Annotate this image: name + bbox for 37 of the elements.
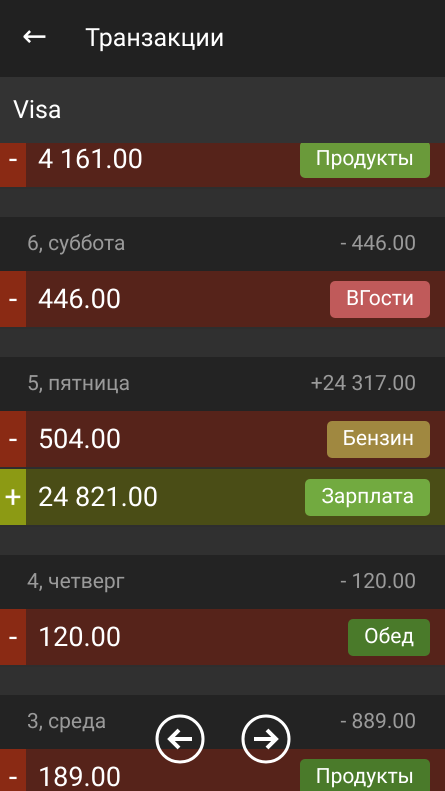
day-label: 6, суббота: [27, 232, 126, 256]
transaction-row[interactable]: - 4 161.00 Продукты: [0, 143, 445, 187]
transaction-row[interactable]: + 24 821.00 Зарплата: [0, 469, 445, 525]
category-tag: Зарплата: [305, 478, 430, 516]
next-button[interactable]: [240, 713, 292, 765]
category-tag: Бензин: [326, 420, 430, 458]
screen-title: Транзакции: [85, 24, 224, 53]
account-name: Visa: [13, 96, 62, 124]
day-total: - 120.00: [340, 570, 416, 594]
sign-marker: -: [0, 411, 26, 467]
transaction-row[interactable]: - 120.00 Обед: [0, 609, 445, 665]
transaction-row[interactable]: - 189.00 Продукты: [0, 749, 445, 791]
sign-marker: -: [0, 749, 26, 791]
back-button[interactable]: ←: [0, 19, 66, 58]
day-total: - 446.00: [340, 232, 416, 256]
transaction-amount: 4 161.00: [37, 143, 144, 175]
day-total: +24 317.00: [310, 372, 416, 396]
day-label: 3, среда: [27, 710, 106, 734]
transaction-amount: 24 821.00: [37, 481, 160, 513]
transaction-amount: 504.00: [37, 423, 122, 455]
category-tag: Обед: [348, 618, 430, 656]
sign-marker: -: [0, 609, 26, 665]
category-tag: Продукты: [300, 758, 430, 791]
transaction-amount: 189.00: [37, 761, 122, 791]
sign-marker: -: [0, 143, 26, 187]
transaction-row[interactable]: - 446.00 ВГости: [0, 271, 445, 327]
day-label: 5, пятница: [27, 372, 130, 396]
day-total: - 889.00: [340, 710, 416, 734]
category-tag: ВГости: [330, 280, 430, 318]
transaction-amount: 120.00: [37, 621, 122, 653]
transaction-row[interactable]: - 504.00 Бензин: [0, 411, 445, 467]
sign-marker: +: [0, 469, 26, 525]
category-tag: Продукты: [300, 143, 430, 178]
sign-marker: -: [0, 271, 26, 327]
previous-button[interactable]: [154, 713, 206, 765]
day-label: 4, четверг: [27, 570, 124, 594]
transaction-amount: 446.00: [37, 283, 122, 315]
